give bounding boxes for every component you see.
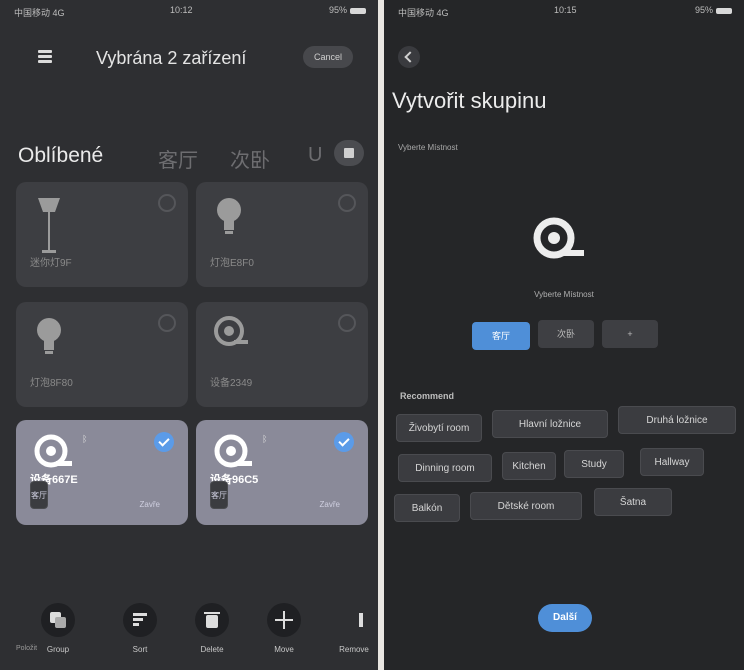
tab-living-room[interactable]: 客厅 [158,144,198,173]
sort-button[interactable]: Sort [110,603,170,654]
room-chip-living[interactable]: 客厅 [472,322,530,350]
select-radio[interactable] [338,314,356,332]
room-option[interactable]: Druhá ložnice [618,406,736,434]
status-bar: 中国移动 4G 10:15 95% [384,0,744,22]
device-name: 迷你灯9F [30,258,72,269]
device-room: 客厅 [30,481,48,509]
device-state: Zavře [319,500,340,509]
bluetooth-icon: ᛒ [82,434,88,444]
next-button[interactable]: Další [538,604,592,632]
action-bar: Group Sort Delete Move Remove Položit [0,585,378,670]
sort-icon [133,613,147,626]
device-name: 设备2349 [210,378,253,389]
room-option[interactable]: Balkón [394,494,460,522]
clock: 10:15 [554,5,577,15]
device-card-selected[interactable]: ᛒ 设备96C5 客厅 Zavře [196,420,368,525]
move-icon [275,611,293,629]
move-label: Move [274,645,294,654]
device-card[interactable]: 灯泡E8F0 [196,182,368,287]
room-caption: Vyberte Místnost [534,290,594,299]
room-option[interactable]: Dinning room [398,454,492,482]
room-option[interactable]: Dětské room [470,492,582,520]
room-tabs: Oblíbené 客厅 次卧 U [18,140,368,173]
carrier: 中国移动 4G [398,8,449,18]
move-button[interactable]: Move [254,603,314,654]
battery: 95% [329,5,366,15]
room-option[interactable]: Šatna [594,488,672,516]
device-list-screen: 中国移动 4G 10:12 95% Vybrána 2 zařízení Can… [0,0,378,670]
device-card[interactable]: 设备2349 [196,302,368,407]
cancel-button[interactable]: Cancel [303,46,353,68]
floor-lamp-icon [38,198,60,253]
selection-title: Vybrána 2 zařízení [96,48,247,68]
bulb-icon [37,318,61,354]
bulb-icon [217,198,241,234]
checked-icon[interactable] [334,432,354,452]
remove-icon [359,613,363,627]
select-radio[interactable] [338,194,356,212]
battery-icon [350,7,366,14]
room-option[interactable]: Kitchen [502,452,556,480]
strip-light-icon [214,316,248,346]
strip-light-icon [214,434,252,468]
room-option[interactable]: Hallway [640,448,704,476]
remove-button[interactable]: Remove [324,603,378,654]
group-icon [50,612,66,628]
delete-button[interactable]: Delete [182,603,242,654]
sort-label: Sort [132,645,148,654]
strip-light-icon [34,434,72,468]
device-card[interactable]: 灯泡8F80 [16,302,188,407]
bluetooth-icon: ᛒ [262,434,268,444]
room-chip-bedroom[interactable]: 次卧 [538,320,594,348]
carrier: 中国移动 4G [14,8,65,18]
room-option[interactable]: Study [564,450,624,478]
grid-view-button[interactable] [334,140,364,166]
back-button[interactable] [398,46,420,68]
device-name: 灯泡E8F0 [210,258,254,269]
create-group-screen: 中国移动 4G 10:15 95% Vytvořit skupinu Vyber… [384,0,744,670]
checked-icon[interactable] [154,432,174,452]
menu-icon[interactable] [38,50,52,64]
recommend-label: Recommend [400,391,455,401]
status-bar: 中国移动 4G 10:12 95% [0,0,378,22]
select-radio[interactable] [158,314,176,332]
delete-label: Delete [200,645,224,654]
battery-icon [716,7,732,14]
section-label: Vyberte Místnost [398,143,458,152]
tab-favorites[interactable]: Oblíbené [18,144,103,168]
device-name: 灯泡8F80 [30,378,73,389]
clock: 10:12 [170,5,193,15]
device-card[interactable]: 迷你灯9F [16,182,188,287]
watermark: Položit [16,645,38,652]
strip-light-icon [533,217,584,259]
device-state: Zavře [139,500,160,509]
device-card-selected[interactable]: ᛒ 设备667E 客厅 Zavře [16,420,188,525]
tab-more[interactable]: U [308,144,322,167]
battery: 95% [695,5,732,15]
page-title: Vytvořit skupinu [392,88,547,113]
remove-label: Remove [339,645,369,654]
device-room: 客厅 [210,481,228,509]
add-room-button[interactable]: + [602,320,658,348]
select-radio[interactable] [158,194,176,212]
trash-icon [204,612,220,628]
grid-icon [344,148,354,158]
room-option[interactable]: Hlavní ložnice [492,410,608,438]
tab-bedroom[interactable]: 次卧 [230,144,270,173]
room-option[interactable]: Živobytí room [396,414,482,442]
